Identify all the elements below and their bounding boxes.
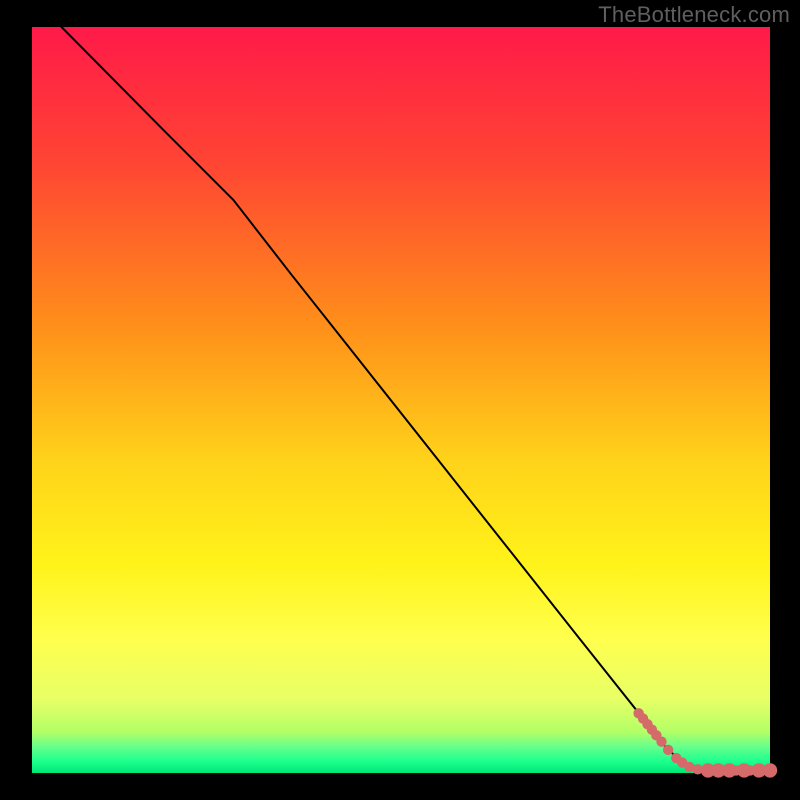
watermark-text: TheBottleneck.com xyxy=(598,2,790,28)
chart-svg xyxy=(0,0,800,800)
chart-stage: TheBottleneck.com xyxy=(0,0,800,800)
data-point xyxy=(763,763,777,777)
data-point xyxy=(663,745,673,755)
data-point xyxy=(656,736,666,746)
plot-area xyxy=(32,27,770,773)
